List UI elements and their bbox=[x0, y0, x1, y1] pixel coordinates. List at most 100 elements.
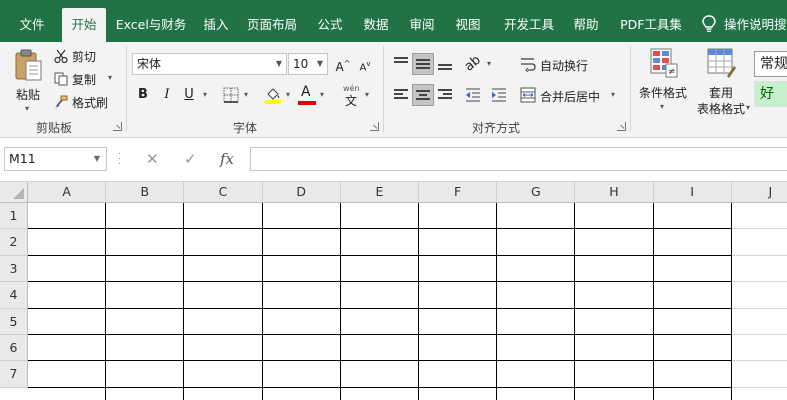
confirm-entry-icon[interactable]: ✓ bbox=[184, 150, 197, 168]
tab-page-layout[interactable]: 页面布局 bbox=[240, 8, 304, 42]
orientation-button[interactable]: ab bbox=[462, 53, 484, 75]
column-header-h[interactable]: H bbox=[575, 182, 654, 203]
ribbon-tab-bar: 文件 开始 Excel与财务 插入 页面布局 公式 数据 审阅 视图 开发工具 … bbox=[0, 0, 787, 42]
tab-view[interactable]: 视图 bbox=[448, 8, 488, 42]
grow-font-label: A bbox=[335, 60, 344, 74]
insert-function-icon[interactable]: fx bbox=[220, 150, 234, 168]
row-header-1[interactable]: 1 bbox=[0, 203, 28, 230]
row-header-5[interactable]: 5 bbox=[0, 308, 28, 335]
row-header-2[interactable]: 2 bbox=[0, 229, 28, 256]
format-painter-button[interactable]: 格式刷 bbox=[52, 92, 122, 112]
cell-style-good[interactable]: 好 bbox=[754, 81, 787, 107]
cell-style-normal[interactable]: 常规 bbox=[754, 51, 787, 77]
tab-data[interactable]: 数据 bbox=[356, 8, 396, 42]
cut-button[interactable]: 剪切 bbox=[52, 46, 122, 66]
increase-indent-button[interactable] bbox=[488, 84, 510, 106]
scissors-icon bbox=[54, 49, 68, 63]
group-separator bbox=[383, 46, 384, 132]
row-header-6[interactable]: 6 bbox=[0, 335, 28, 362]
column-header-i[interactable]: I bbox=[653, 182, 732, 203]
format-as-table-button[interactable]: 套用 表格格式 ▾ bbox=[697, 48, 751, 116]
cell-grid[interactable] bbox=[28, 203, 787, 400]
formula-bar-grip-icon: · · · bbox=[118, 149, 122, 170]
paste-button[interactable]: 粘贴 ▾ bbox=[8, 48, 48, 114]
row-header-3[interactable]: 3 bbox=[0, 255, 28, 283]
name-box-value: M11 bbox=[9, 151, 36, 166]
fill-color-button[interactable] bbox=[262, 84, 284, 106]
merge-dropdown-arrow[interactable]: ▾ bbox=[611, 90, 615, 99]
tab-insert[interactable]: 插入 bbox=[196, 8, 236, 42]
group-clipboard-label: 剪贴板 bbox=[36, 121, 73, 135]
align-left-icon bbox=[394, 89, 408, 101]
column-header-d[interactable]: D bbox=[262, 182, 341, 203]
wrap-text-icon bbox=[521, 58, 536, 72]
align-center-icon bbox=[416, 90, 430, 102]
borders-button[interactable] bbox=[220, 84, 242, 106]
row-header-4[interactable]: 4 bbox=[0, 282, 28, 309]
tab-home[interactable]: 开始 bbox=[62, 8, 106, 42]
align-middle-button[interactable] bbox=[412, 53, 434, 75]
underline-button[interactable]: U bbox=[178, 84, 200, 106]
align-right-button[interactable] bbox=[434, 84, 456, 106]
copy-button[interactable]: 复制 ▾ bbox=[52, 69, 122, 89]
tab-help[interactable]: 帮助 bbox=[566, 8, 606, 42]
column-header-c[interactable]: C bbox=[184, 182, 263, 203]
format-table-dropdown-arrow[interactable]: ▾ bbox=[746, 103, 750, 112]
font-name-value: 宋体 bbox=[137, 57, 162, 71]
conditional-dropdown-arrow[interactable]: ▾ bbox=[660, 102, 664, 111]
tab-formulas[interactable]: 公式 bbox=[310, 8, 350, 42]
borders-dropdown-arrow[interactable]: ▾ bbox=[244, 90, 248, 99]
copy-icon bbox=[54, 72, 68, 86]
phonetic-dropdown-arrow[interactable]: ▾ bbox=[365, 90, 369, 99]
align-center-button[interactable] bbox=[412, 84, 434, 106]
align-left-button[interactable] bbox=[390, 84, 412, 106]
underline-dropdown-arrow[interactable]: ▾ bbox=[203, 90, 207, 99]
font-size-select[interactable]: 10 ▼ bbox=[288, 53, 328, 75]
column-header-b[interactable]: B bbox=[106, 182, 185, 203]
font-launcher-icon[interactable] bbox=[370, 122, 379, 131]
decrease-indent-button[interactable] bbox=[462, 84, 484, 106]
align-middle-icon bbox=[416, 58, 430, 70]
phonetic-button[interactable]: wén 文 bbox=[340, 84, 364, 108]
font-color-dropdown-arrow[interactable]: ▾ bbox=[320, 90, 324, 99]
orientation-dropdown-arrow[interactable]: ▾ bbox=[487, 59, 491, 68]
alignment-launcher-icon[interactable] bbox=[617, 122, 626, 131]
clipboard-launcher-icon[interactable] bbox=[113, 122, 122, 131]
tab-file[interactable]: 文件 bbox=[4, 8, 60, 42]
tell-me-search[interactable]: 操作说明搜 bbox=[724, 8, 787, 42]
row-header-7[interactable]: 7 bbox=[0, 361, 28, 388]
italic-button[interactable]: I bbox=[156, 84, 178, 106]
column-header-f[interactable]: F bbox=[419, 182, 498, 203]
align-right-icon bbox=[438, 89, 452, 101]
bold-button[interactable]: B bbox=[132, 84, 154, 106]
fill-color-dropdown-arrow[interactable]: ▾ bbox=[286, 90, 290, 99]
paste-dropdown-arrow[interactable]: ▾ bbox=[25, 104, 29, 113]
shrink-font-button[interactable]: Av bbox=[354, 53, 376, 75]
copy-label: 复制 bbox=[72, 73, 97, 87]
select-all-corner[interactable] bbox=[0, 182, 28, 203]
lightbulb-icon bbox=[702, 15, 716, 32]
wrap-text-button[interactable]: 自动换行 bbox=[518, 53, 598, 75]
column-header-g[interactable]: G bbox=[497, 182, 576, 203]
align-top-button[interactable] bbox=[390, 53, 412, 75]
font-name-select[interactable]: 宋体 ▼ bbox=[132, 53, 287, 75]
merge-center-button[interactable]: 合并后居中 ▾ bbox=[518, 84, 620, 106]
column-header-j[interactable]: J bbox=[731, 182, 787, 203]
column-header-a[interactable]: A bbox=[28, 182, 107, 203]
group-alignment-label: 对齐方式 bbox=[472, 121, 521, 135]
column-header-e[interactable]: E bbox=[340, 182, 419, 203]
format-as-table-label-2: 表格格式 bbox=[697, 102, 746, 116]
tab-pdf-tools[interactable]: PDF工具集 bbox=[612, 8, 690, 42]
tab-review[interactable]: 审阅 bbox=[402, 8, 442, 42]
formula-input[interactable] bbox=[250, 147, 787, 171]
conditional-formatting-button[interactable]: ≠ 条件格式 ▾ bbox=[636, 48, 692, 116]
font-color-button[interactable]: A bbox=[296, 84, 318, 106]
grow-font-button[interactable]: A^ bbox=[332, 53, 354, 75]
name-box[interactable]: M11 ▼ bbox=[4, 147, 107, 171]
copy-dropdown-arrow[interactable]: ▾ bbox=[108, 73, 112, 82]
conditional-formatting-label: 条件格式 bbox=[639, 86, 688, 100]
align-bottom-button[interactable] bbox=[434, 53, 456, 75]
cancel-entry-icon[interactable]: ✕ bbox=[146, 150, 159, 168]
tab-developer[interactable]: 开发工具 bbox=[496, 8, 562, 42]
tab-excel-finance[interactable]: Excel与财务 bbox=[110, 8, 192, 42]
